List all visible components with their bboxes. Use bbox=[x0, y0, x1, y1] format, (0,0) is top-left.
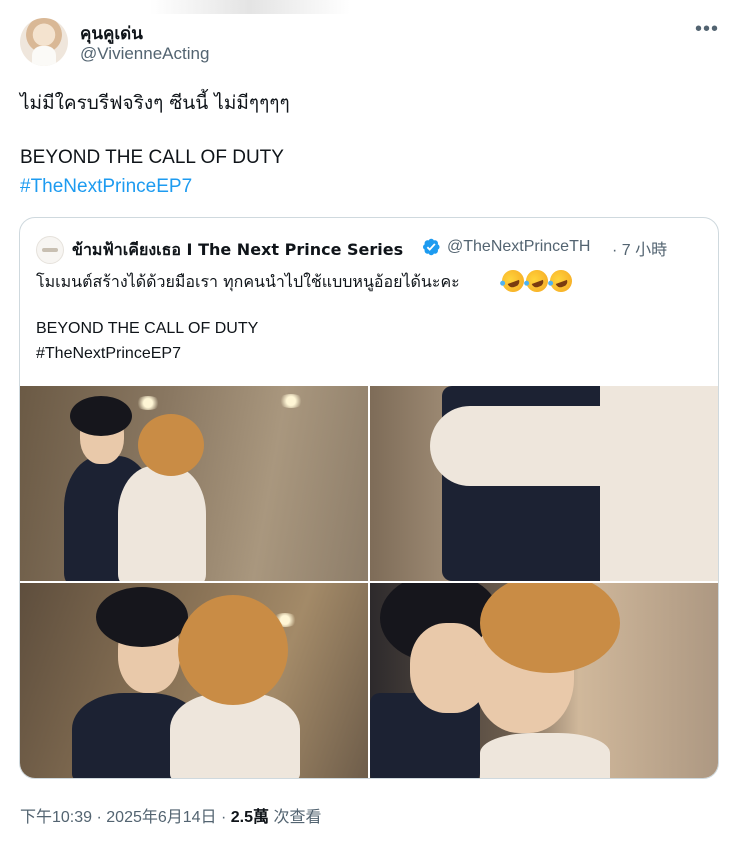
quoted-text-line: BEYOND THE CALL OF DUTY bbox=[36, 320, 259, 337]
tweet-text-line: BEYOND THE CALL OF DUTY bbox=[20, 147, 284, 168]
media-grid bbox=[20, 386, 718, 778]
chandelier-light bbox=[278, 394, 304, 408]
verified-badge-icon bbox=[423, 238, 440, 256]
photo-4[interactable] bbox=[370, 583, 718, 778]
tweet-meta: 下午10:39 · 2025年6月14日 · 2.5萬 次查看 bbox=[20, 803, 321, 827]
figure-light-blouse bbox=[600, 386, 718, 581]
figure-light-blouse bbox=[480, 733, 610, 778]
separator: · bbox=[216, 809, 231, 826]
quoted-avatar[interactable] bbox=[36, 236, 64, 264]
figure-hair bbox=[70, 396, 132, 436]
quoted-tweet[interactable]: ข้ามฟ้าเคียงเธอ I The Next Prince Series… bbox=[19, 217, 719, 779]
author-handle[interactable]: @VivienneActing bbox=[80, 44, 209, 64]
tweet-hashtag-link[interactable]: #TheNextPrinceEP7 bbox=[20, 176, 192, 198]
author-display-name[interactable]: คุนคูเด่น bbox=[80, 20, 143, 47]
tweet-text-line: ไม่มีใครบรีฟจริงๆ ซีนนี้ ไม่มีๆๆๆๆ bbox=[20, 92, 290, 114]
quoted-hashtag: #TheNextPrinceEP7 bbox=[36, 345, 181, 362]
figure-light-blouse bbox=[118, 466, 206, 581]
figure-hair bbox=[138, 414, 204, 476]
top-blur bbox=[150, 0, 350, 14]
quoted-handle[interactable]: @TheNextPrinceTH bbox=[447, 238, 590, 256]
quoted-text-line: โมเมนต์สร้างได้ด้วยมือเรา ทุกคนนำไปใช้แบ… bbox=[36, 272, 460, 291]
view-count: 2.5萬 bbox=[230, 809, 270, 826]
rolling-on-floor-laughing-icon bbox=[498, 266, 528, 296]
tweet-time[interactable]: 下午10:39 bbox=[20, 809, 92, 826]
avatar-figure bbox=[32, 46, 56, 66]
separator: · bbox=[92, 809, 107, 826]
photo-2[interactable] bbox=[370, 386, 718, 581]
chandelier-light bbox=[135, 396, 161, 410]
figure-hair bbox=[96, 587, 188, 647]
tweet-date[interactable]: 2025年6月14日 bbox=[106, 809, 216, 826]
rolling-on-floor-laughing-icon bbox=[546, 266, 576, 296]
rolling-on-floor-laughing-icon bbox=[522, 266, 552, 296]
quoted-timestamp[interactable]: · 7 小時 bbox=[612, 236, 667, 260]
figure-hair bbox=[178, 595, 288, 705]
figure-light-blouse bbox=[170, 693, 300, 778]
more-options-icon[interactable]: ••• bbox=[695, 18, 719, 41]
emoji-group bbox=[498, 266, 576, 296]
photo-3[interactable] bbox=[20, 583, 368, 778]
avatar[interactable] bbox=[20, 18, 68, 66]
quoted-display-name[interactable]: ข้ามฟ้าเคียงเธอ I The Next Prince Series bbox=[72, 238, 403, 263]
view-count-label: 次查看 bbox=[269, 809, 322, 826]
photo-1[interactable] bbox=[20, 386, 368, 581]
